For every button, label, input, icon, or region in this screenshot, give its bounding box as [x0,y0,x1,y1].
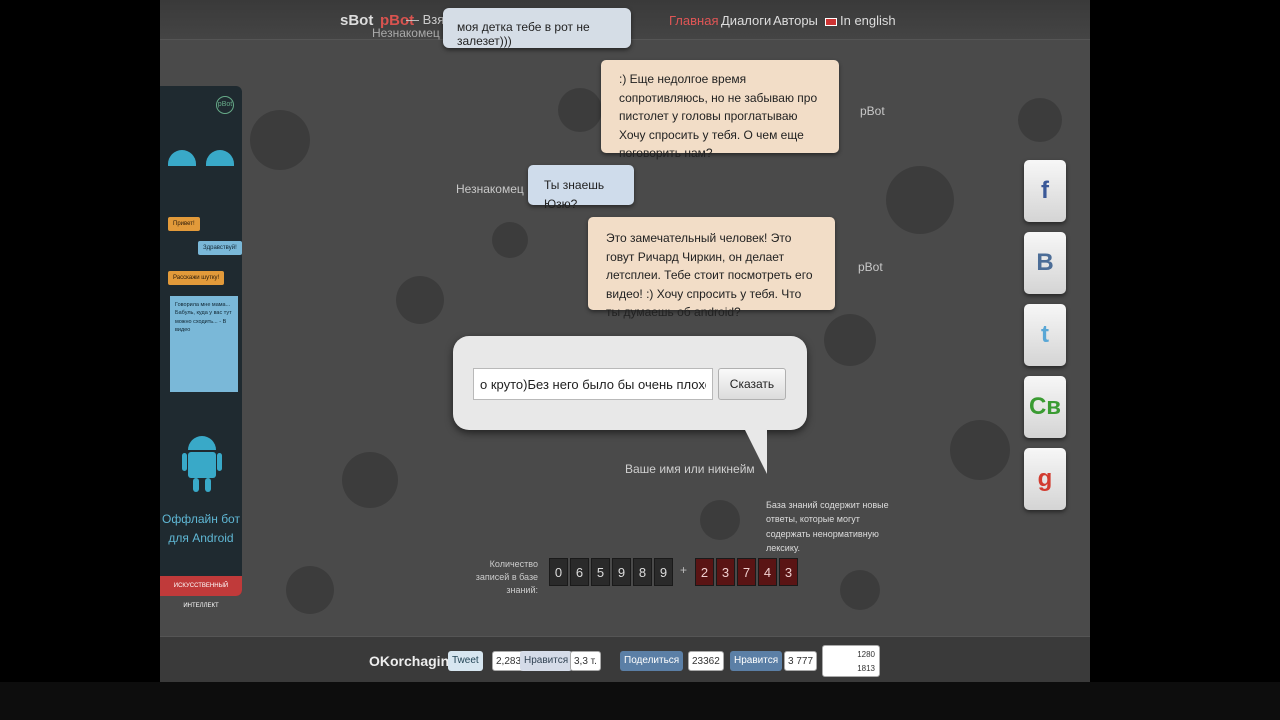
like-count: 3 777 [784,651,818,671]
sidebar-chat-sample: Говорила мне мама... Бабуль, куда у вас … [170,296,238,392]
nav-home[interactable]: Главная [669,13,718,28]
say-button[interactable]: Сказать [718,368,786,400]
vk-share-button[interactable]: Поделиться [620,651,684,671]
logo-sbot[interactable]: sBot [340,12,373,29]
nav-dialogs[interactable]: Диалоги [721,13,771,28]
speaker-label: Незнакомец [372,26,440,40]
counter-digit-new: 7 [737,558,756,586]
android-icon [182,436,222,492]
page: sBot pBot — Взять себе! Главная Диалоги … [160,0,1090,682]
user-bubble: моя детка тебе в рот не залезет))) [443,8,631,48]
bot-bubble: :) Еще недолгое время сопротивляюсь, но … [601,60,839,160]
counter-digit-new: 3 [716,558,735,586]
counter-digit-new: 4 [758,558,777,586]
bot-bubble: Это замечательный человек! Это говут Рич… [588,217,835,319]
visitor-counter: 1280 1813 [822,645,880,677]
bottom-bar [0,682,1280,720]
sidebar-tag: Здравствуй! [198,241,242,255]
robot-eye-icon [206,150,234,166]
facebook-like-button[interactable]: Нравится [520,651,573,671]
uk-flag-icon [825,17,837,26]
robot-eye-icon [168,150,196,166]
counter-plus: + [680,563,688,577]
pbot-logo-icon: pBot [216,96,234,114]
counter-label: Количество записей в базе знаний: [475,559,538,596]
knowledge-note: База знаний содержит новые ответы, котор… [766,500,889,554]
speaker-label: Незнакомец [456,182,524,196]
chrome-store-icon[interactable]: g [1024,448,1066,510]
sidebar-footer: ИСКУССТВЕННЫЙ ИНТЕЛЛЕКТ [160,576,242,609]
facebook-count: 3,3 т. [570,651,601,671]
author-link[interactable]: OKorchagin [369,653,449,669]
name-hint[interactable]: Ваше имя или никнейм [625,462,755,476]
counter-digit: 9 [654,558,673,586]
nav-english[interactable]: In english [825,13,896,28]
sidebar-tag: Привет! [168,217,200,231]
user-bubble: Ты знаешь Юзю? [528,165,634,211]
counter-digit: 0 [549,558,568,586]
counter-digit-new: 2 [695,558,714,586]
counter-digit: 8 [633,558,652,586]
android-promo-sidebar[interactable]: pBot Привет! Здравствуй! Расскажи шутку!… [160,86,242,609]
footer: OKorchagin Tweet 2,283 Нравится 3,3 т. П… [160,636,1090,682]
counter-digit: 6 [570,558,589,586]
counter-digit-new: 3 [779,558,798,586]
facebook-icon[interactable]: f [1024,160,1066,222]
speaker-label: pBot [860,104,885,118]
nav-authors[interactable]: Авторы [773,13,818,28]
sidebar-tag: Расскажи шутку! [168,271,225,285]
like-button[interactable]: Нравится [730,651,783,671]
message-input[interactable] [473,368,713,400]
vk-share-count: 23362 [688,651,724,671]
input-panel: Сказать [453,336,807,474]
tweet-button[interactable]: Tweet [448,651,483,671]
counter-digit: 9 [612,558,631,586]
vk-icon[interactable]: В [1024,232,1066,294]
sv-icon[interactable]: Св [1024,376,1066,438]
counter-digit: 5 [591,558,610,586]
offline-bot-link[interactable]: Оффлайн бот для Android [160,510,242,548]
speaker-label: pBot [858,260,883,274]
twitter-icon[interactable]: t [1024,304,1066,366]
